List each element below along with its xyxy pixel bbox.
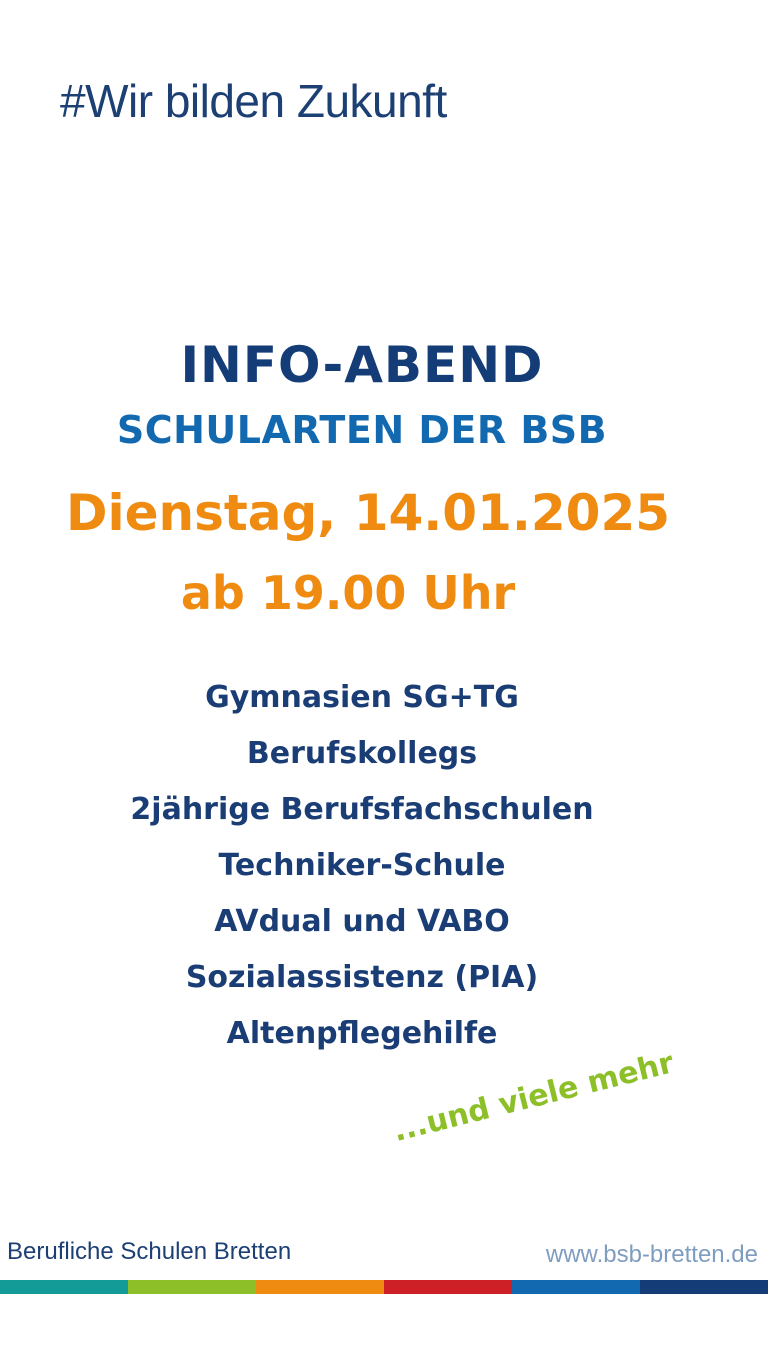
stripe-segment xyxy=(256,1280,384,1294)
event-time: ab 19.00 Uhr xyxy=(180,566,516,620)
color-stripe xyxy=(0,1280,768,1294)
stripe-segment xyxy=(512,1280,640,1294)
program-item: Sozialassistenz (PIA) xyxy=(185,960,539,995)
website-url[interactable]: www.bsb-bretten.de xyxy=(546,1241,758,1269)
stripe-segment xyxy=(384,1280,512,1294)
event-date: Dienstag, 14.01.2025 xyxy=(65,484,671,542)
program-item: Techniker-Schule xyxy=(218,848,506,883)
stripe-segment xyxy=(640,1280,768,1294)
program-item: AVdual und VABO xyxy=(214,904,510,939)
event-title: INFO-ABEND xyxy=(180,336,544,394)
program-list: Gymnasien SG+TG Berufskollegs 2jährige B… xyxy=(0,670,746,1062)
program-item: Gymnasien SG+TG xyxy=(205,680,519,715)
event-subtitle: SCHULARTEN DER BSB xyxy=(116,408,608,452)
stripe-segment xyxy=(128,1280,256,1294)
program-item: Berufskollegs xyxy=(246,736,478,771)
school-name: Berufliche Schulen Bretten xyxy=(7,1238,292,1265)
hashtag-headline: #Wir bilden Zukunft xyxy=(60,75,447,127)
program-item: 2jährige Berufsfachschulen xyxy=(130,792,594,827)
stripe-segment xyxy=(0,1280,128,1294)
